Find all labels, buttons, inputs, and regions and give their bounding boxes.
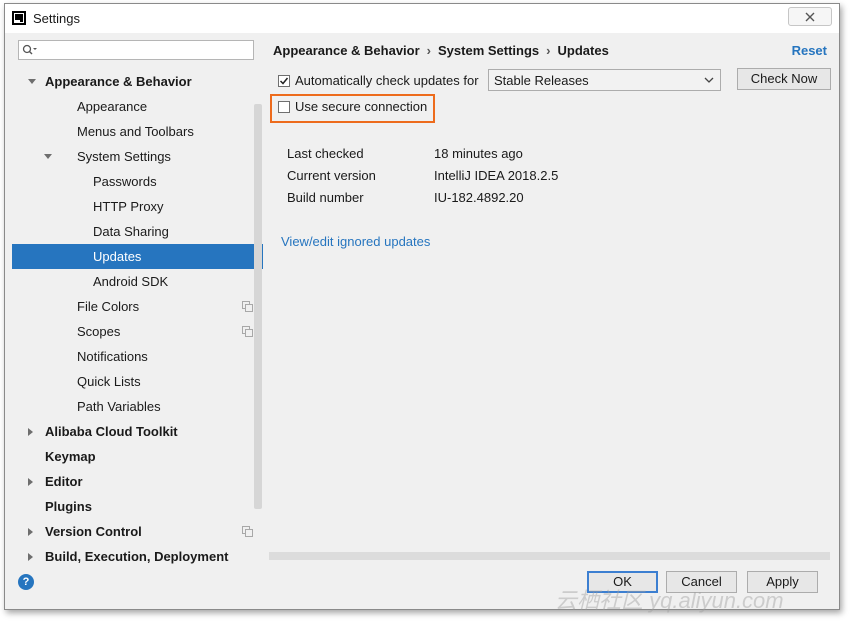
tree-item[interactable]: Data Sharing [12,219,263,244]
update-channel-value: Stable Releases [494,73,589,88]
tree-item[interactable]: Version Control [12,519,263,544]
tree-item-label: Updates [93,249,142,264]
tree-item-label: Build, Execution, Deployment [45,549,229,564]
tree-item[interactable]: HTTP Proxy [12,194,263,219]
tree-item[interactable]: System Settings [12,144,263,169]
collapse-arrow-icon[interactable] [28,553,33,561]
secure-connection-checkbox[interactable] [278,101,290,113]
current-version-value: IntelliJ IDEA 2018.2.5 [434,168,559,183]
watermark: 云栖社区 yq.aliyun.com [555,588,784,613]
tree-item-label: System Settings [77,149,171,164]
tree-item-label: Android SDK [93,274,169,289]
breadcrumb-separator: › [546,43,551,58]
tree-item-label: HTTP Proxy [93,199,164,214]
tree-item[interactable]: Keymap [12,444,263,469]
content-scrollbar[interactable] [269,552,830,560]
tree-item-label: Version Control [45,524,142,539]
search-input[interactable] [18,40,254,60]
expand-arrow-icon[interactable] [44,154,52,159]
tree-item-label: Path Variables [77,399,161,414]
tree-item[interactable]: Appearance & Behavior [12,69,263,94]
tree-item-label: Quick Lists [77,374,141,389]
tree-item-label: Scopes [77,324,121,339]
tree-item[interactable]: Menus and Toolbars [12,119,263,144]
tree-item[interactable]: Quick Lists [12,369,263,394]
copy-icon [242,326,253,337]
secure-connection-label: Use secure connection [295,99,428,114]
copy-icon [242,526,253,537]
view-ignored-updates-link[interactable]: View/edit ignored updates [281,234,430,249]
reset-link[interactable]: Reset [792,43,827,58]
tree-item[interactable]: Android SDK [12,269,263,294]
breadcrumb-separator: › [426,43,432,58]
tree-item-label: Editor [45,474,83,489]
updates-panel: Appearance & Behavior › System Settings › Up… [263,34,839,564]
copy-icon [242,301,253,312]
tree-item[interactable]: Notifications [12,344,263,369]
tree-item-label: Data Sharing [93,224,169,239]
intellij-app-icon [12,11,26,25]
breadcrumb-updates: Updates [557,43,609,58]
current-version-label: Current version [287,168,376,183]
last-checked-label: Last checked [287,146,364,161]
last-checked-value: 18 minutes ago [434,146,523,161]
tree-item-label: Passwords [93,174,157,189]
tree-item-label: Alibaba Cloud Toolkit [45,424,178,439]
check-now-button[interactable]: Check Now [737,68,831,90]
tree-item[interactable]: Path Variables [12,394,263,419]
collapse-arrow-icon[interactable] [28,528,33,536]
tree-item-label: File Colors [77,299,140,314]
build-number-label: Build number [287,190,364,205]
tree-item-label: Appearance & Behavior [45,74,192,89]
breadcrumb-appearance-behavior: Appearance & Behavior [273,43,420,58]
tree-item-label: Menus and Toolbars [77,124,194,139]
chevron-down-icon [704,77,714,83]
tree-item[interactable]: File Colors [12,294,263,319]
tree-item[interactable]: Build, Execution, Deployment [12,544,263,564]
breadcrumb: Appearance & Behavior › System Settings › Up… [273,43,609,58]
close-button[interactable] [788,7,832,26]
help-icon[interactable]: ? [18,574,34,590]
window-title: Settings [33,11,80,26]
auto-check-checkbox[interactable] [278,75,290,87]
tree-item[interactable]: Appearance [12,94,263,119]
collapse-arrow-icon[interactable] [28,478,33,486]
checkmark-icon [279,77,289,85]
tree-item-label: Notifications [77,349,148,364]
tree-item[interactable]: Scopes [12,319,263,344]
settings-tree-pane: Appearance & Behavior Appearance Menus and… [12,34,264,564]
tree-item[interactable]: Plugins [12,494,263,519]
tree-item-label: Keymap [45,449,96,464]
settings-window: Settings Appearance & Behavior Appearance… [4,3,840,610]
auto-check-label: Automatically check updates for [295,73,479,88]
title-bar: Settings [5,4,839,33]
update-channel-select[interactable]: Stable Releases [488,69,721,91]
search-icon [22,44,37,55]
tree-item[interactable]: Updates [12,244,263,269]
tree-item[interactable]: Editor [12,469,263,494]
collapse-arrow-icon[interactable] [28,428,33,436]
tree-item[interactable]: Passwords [12,169,263,194]
expand-arrow-icon[interactable] [28,79,36,84]
build-number-value: IU-182.4892.20 [434,190,524,205]
tree-item-label: Appearance [77,99,148,114]
tree-item[interactable]: Alibaba Cloud Toolkit [12,419,263,444]
tree-item-label: Plugins [45,499,92,514]
breadcrumb-system-settings: System Settings [438,43,540,58]
tree-scrollbar[interactable] [254,104,262,509]
close-icon [805,12,815,22]
